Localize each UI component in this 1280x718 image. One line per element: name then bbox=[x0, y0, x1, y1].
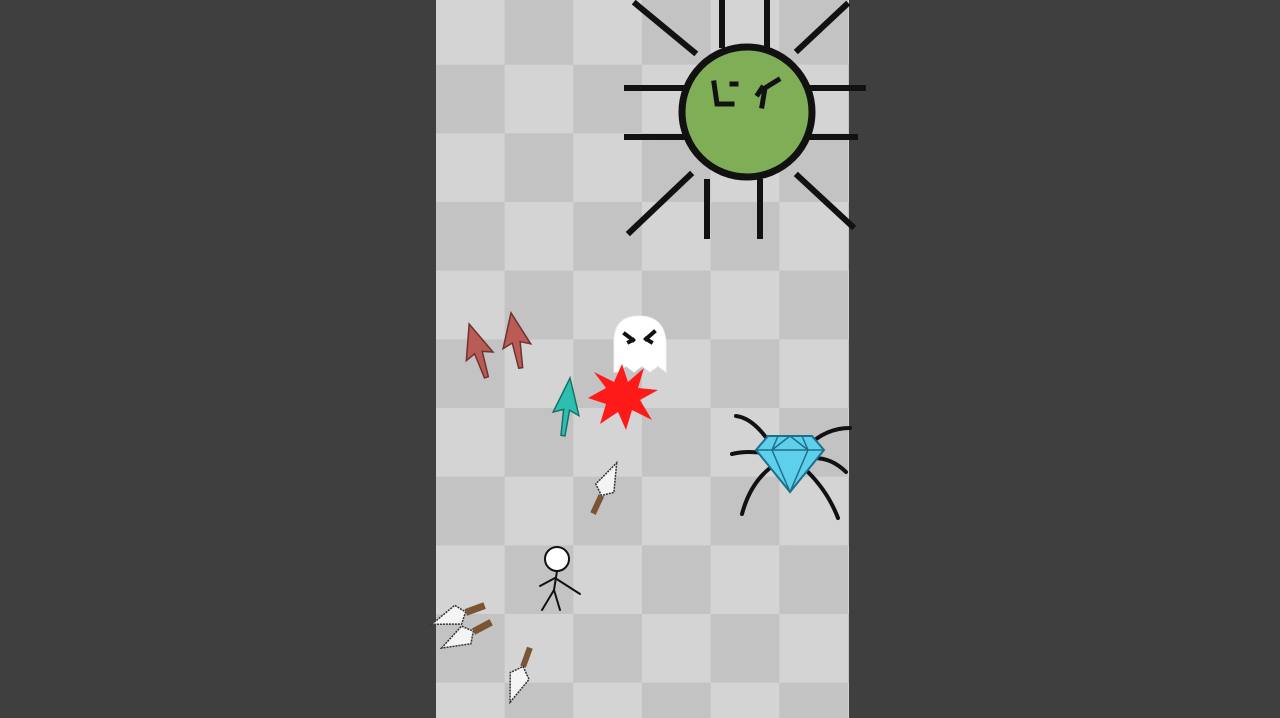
diamond-spider-enemy[interactable] bbox=[728, 408, 854, 524]
diamond-gem bbox=[754, 435, 826, 494]
red-arrowhead-2[interactable] bbox=[496, 308, 540, 374]
boss-body bbox=[678, 43, 816, 181]
teal-arrowhead[interactable] bbox=[548, 374, 588, 440]
player-head bbox=[544, 546, 570, 572]
thrown-knife-3[interactable] bbox=[436, 610, 500, 658]
thrown-knife-4[interactable] bbox=[498, 642, 542, 708]
stick-figure-player[interactable] bbox=[530, 544, 588, 616]
player-body bbox=[553, 570, 558, 591]
game-window bbox=[0, 0, 1280, 718]
green-sun-boss[interactable] bbox=[620, 0, 870, 245]
hit-burst-effect bbox=[588, 364, 658, 430]
thrown-knife-1[interactable] bbox=[582, 458, 626, 522]
